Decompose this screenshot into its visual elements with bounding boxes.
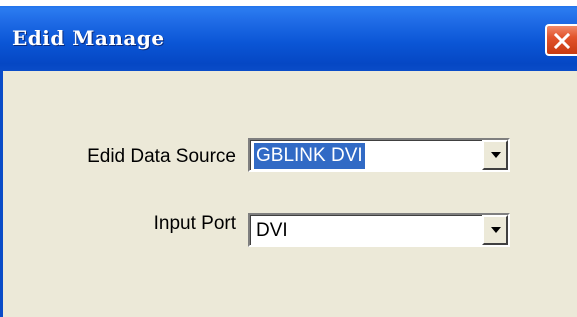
edid-manage-dialog: Edid Manage Edid Data Source GBLINK DVI … <box>0 0 577 317</box>
close-icon <box>553 32 571 50</box>
window-left-border <box>0 71 3 317</box>
title-bar[interactable]: Edid Manage <box>0 0 577 71</box>
window-title: Edid Manage <box>12 26 165 50</box>
title-bar-top-edge <box>0 0 577 6</box>
edid-source-value: GBLINK DVI <box>254 143 365 169</box>
close-button[interactable] <box>545 24 577 56</box>
edid-source-label: Edid Data Source <box>87 146 236 167</box>
chevron-down-icon <box>491 227 501 233</box>
edid-source-dropdown-button[interactable] <box>482 140 508 170</box>
input-port-value: DVI <box>256 220 288 241</box>
input-port-select[interactable]: DVI <box>248 213 510 247</box>
edid-source-select[interactable]: GBLINK DVI <box>248 138 510 172</box>
chevron-down-icon <box>491 152 501 158</box>
input-port-label: Input Port <box>153 213 236 234</box>
input-port-dropdown-button[interactable] <box>482 215 508 245</box>
